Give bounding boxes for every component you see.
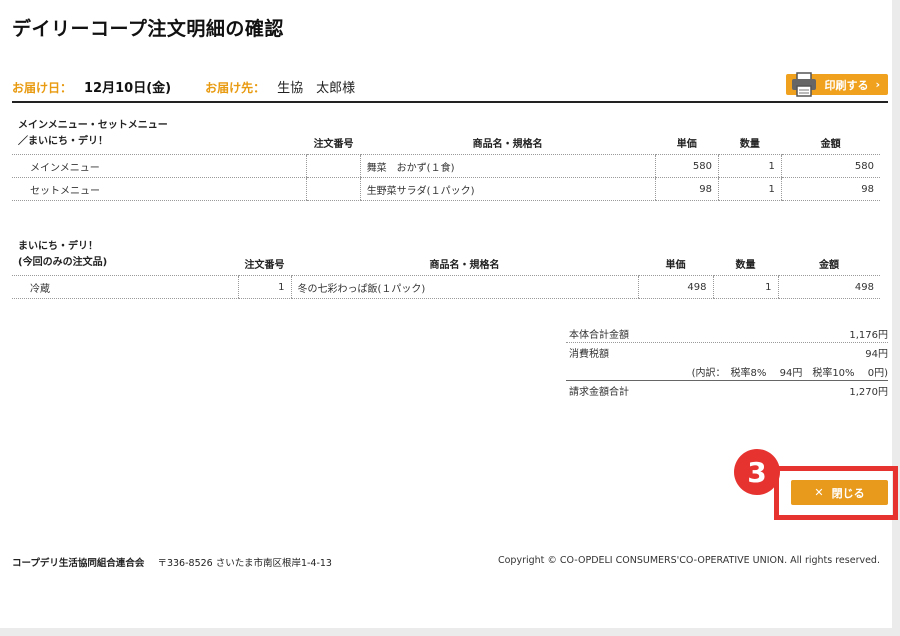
order-details-page: デイリーコープ注文明細の確認 お届け日： 12月10日(金) お届け先： 生協 … [0,0,892,628]
subtotal-label: 本体合計金額 [569,329,629,341]
row-amount: 98 [780,177,880,201]
tax-row: 消費税額 94円 [566,343,888,362]
header-order-no: 注文番号 [306,118,361,155]
row-type: 冷蔵 [12,275,238,299]
header-unit-price: 単価 [638,239,713,276]
footer-copyright: Copyright © CO-OPDELI CONSUMERS'CO-OPERA… [497,555,880,566]
row-order-no [306,177,361,201]
chevron-right-icon: › [875,78,880,91]
delivery-date-label: お届け日： [12,81,73,95]
print-button-label: 印刷する [824,78,869,92]
row-unit-price: 98 [654,177,719,201]
order-table-menu: メインメニュー・セットメニュー ／まいにち・デリ！ 注文番号 商品名・規格名 単価… [12,118,880,201]
table-header-row: メインメニュー・セットメニュー ／まいにち・デリ！ 注文番号 商品名・規格名 単価… [12,118,880,155]
header-product: 商品名・規格名 [360,118,656,155]
tax-breakdown-row: (内訳： 税率8% 94円 税率10% 0円) [566,362,888,381]
delivery-to-value: 生協 太郎様 [277,81,356,96]
delivery-date-value: 12月10日(金) [84,81,172,96]
delivery-info: お届け日： 12月10日(金) お届け先： 生協 太郎様 [12,77,355,96]
header-amount: 金額 [781,118,880,155]
subtotal-value: 1,176円 [849,329,888,341]
header-amount: 金額 [778,239,880,276]
table-row: メインメニュー 舞菜 おかず(１食) 580 1 580 [12,154,880,178]
total-value: 1,270円 [849,387,888,398]
category-header: まいにち・デリ！ (今回のみの注文品) [12,239,238,276]
row-product: 冬の七彩わっぱ飯(１パック) [290,275,638,299]
table-row: セットメニュー 生野菜サラダ(１パック) 98 1 98 [12,177,880,201]
row-unit-price: 498 [637,275,713,299]
printer-icon [792,72,816,97]
row-qty: 1 [718,177,782,201]
header-qty: 数量 [713,239,778,276]
order-table-deli: まいにち・デリ！ (今回のみの注文品) 注文番号 商品名・規格名 単価 数量 金額… [12,239,880,299]
row-amount: 580 [780,154,880,178]
subtotal-row: 本体合計金額 1,176円 [566,324,888,343]
row-amount: 498 [777,275,880,299]
header-order-no: 注文番号 [238,239,291,276]
footer-org-info: コープデリ生活協同組合連合会 〒336-8526 さいたま市南区根岸1-4-13 [12,555,332,569]
tax-breakdown: (内訳： 税率8% 94円 税率10% 0円) [691,367,888,379]
row-qty: 1 [712,275,778,299]
header-product: 商品名・規格名 [291,239,638,276]
tax-value: 94円 [865,349,888,360]
header-unit-price: 単価 [655,118,719,155]
row-type: メインメニュー [12,154,307,178]
header-divider [12,101,888,103]
row-type: セットメニュー [12,177,307,201]
footer-org: コープデリ生活協同組合連合会 [12,558,145,569]
row-order-no: 1 [237,275,291,299]
table-header-row: まいにち・デリ！ (今回のみの注文品) 注文番号 商品名・規格名 単価 数量 金額 [12,239,880,276]
delivery-to-label: お届け先： [205,81,266,95]
header-qty: 数量 [718,118,782,155]
row-qty: 1 [718,154,782,178]
total-label: 請求金額合計 [569,387,629,398]
table-row: 冷蔵 1 冬の七彩わっぱ飯(１パック) 498 1 498 [12,275,880,299]
annotation-step-badge: 3 [734,449,780,495]
total-row: 請求金額合計 1,270円 [566,381,888,400]
row-product: 生野菜サラダ(１パック) [359,177,656,201]
annotation-highlight-box [774,466,898,520]
footer-address: 〒336-8526 さいたま市南区根岸1-4-13 [157,558,332,569]
print-button[interactable]: 印刷する › [786,72,888,97]
row-order-no [306,154,361,178]
row-unit-price: 580 [654,154,719,178]
tax-label: 消費税額 [569,349,609,360]
page-title: デイリーコープ注文明細の確認 [12,18,284,40]
totals-block: 本体合計金額 1,176円 消費税額 94円 (内訳： 税率8% 94円 税率1… [566,324,888,400]
row-product: 舞菜 おかず(１食) [359,154,656,178]
category-header: メインメニュー・セットメニュー ／まいにち・デリ！ [12,118,307,155]
